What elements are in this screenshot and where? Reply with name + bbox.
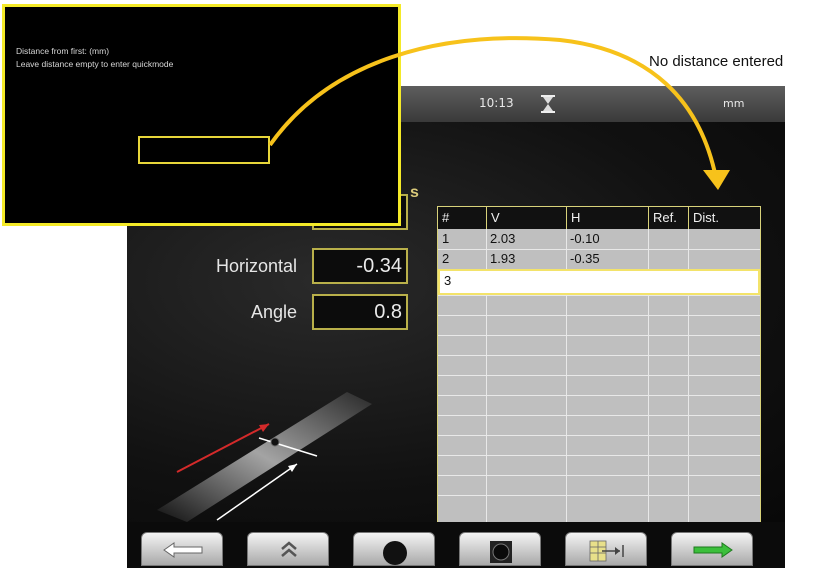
annotation-arrow-icon [268,36,730,190]
